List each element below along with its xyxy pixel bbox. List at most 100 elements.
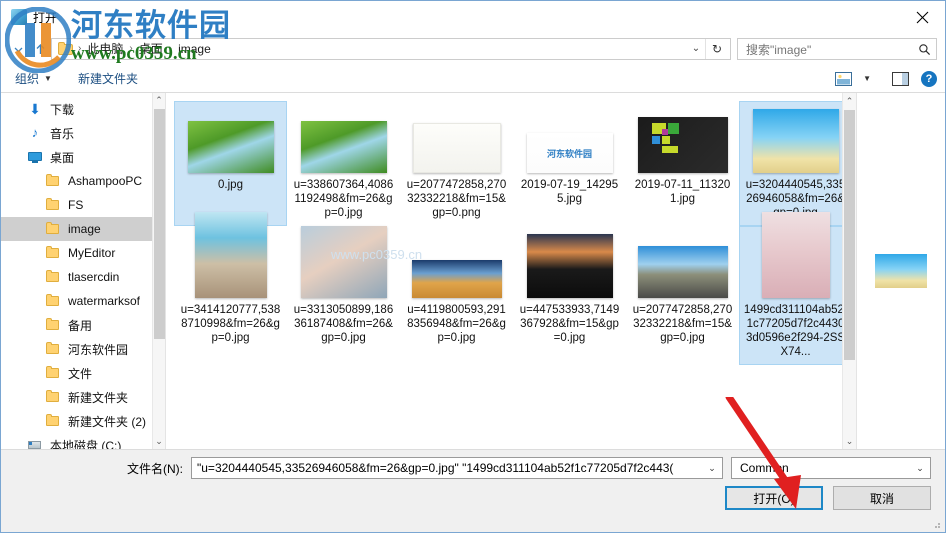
file-list-scrollbar[interactable]: ⌃ ⌄ [842,93,856,449]
dialog-footer: 文件名(N): "u=3204440545,33526946058&fm=26&… [1,450,945,532]
sidebar-item-label: 新建文件夹 [68,390,129,405]
file-name-label: u=447533933,7149367928&fm=15&gp=0.jpg [519,304,620,344]
sidebar-item-12[interactable]: 新建文件夹 [1,385,165,409]
organize-label: 组织 [15,72,40,86]
disk-icon [27,437,43,449]
search-input[interactable]: 搜索"image" [737,38,937,60]
sidebar-item-14[interactable]: 本地磁盘 (C:) [1,433,165,449]
chevron-down-icon[interactable] [7,38,29,60]
chevron-down-icon[interactable]: ⌄ [912,463,928,474]
filetype-select[interactable]: Common ⌄ [731,457,931,479]
sidebar-item-label: 本地磁盘 (C:) [50,438,122,450]
view-dropdown-caret-icon[interactable]: ▼ [863,74,871,83]
scroll-up-icon[interactable]: ⌃ [153,93,165,108]
close-icon[interactable] [899,1,945,33]
file-thumbnail [186,105,276,173]
file-name-label: u=4119800593,2918356948&fm=26&gp=0.jpg [407,304,506,344]
file-name-label: 0.jpg [218,179,243,191]
preview-pane [856,93,945,449]
sidebar-item-label: 备用 [68,318,93,333]
sidebar-item-6[interactable]: MyEditor [1,241,165,265]
breadcrumb-item-2[interactable]: image [173,39,216,59]
preview-thumbnail [875,254,927,288]
file-thumbnail [525,230,615,298]
toolbar-right-group: ▼ ? [832,69,937,89]
file-name-label: u=3414120777,5388710998&fm=26&gp=0.jpg [180,304,281,344]
file-item[interactable]: 0.jpg [174,101,287,226]
file-name-label: u=2077472858,27032332218&fm=15&gp=0.jpg [632,304,733,344]
sidebar-item-13[interactable]: 新建文件夹 (2) [1,409,165,433]
sidebar-item-label: AshampooPC [68,174,143,188]
chevron-down-icon[interactable]: ⌄ [687,39,705,59]
sidebar-item-label: FS [68,198,84,212]
file-item[interactable]: u=3414120777,5388710998&fm=26&gp=0.jpg [174,212,287,365]
filetype-value: Common [740,461,789,475]
file-item[interactable]: u=3204440545,33526946058&fm=26&gp=0.jpg [739,101,852,226]
sidebar-item-3[interactable]: AshampooPC [1,169,165,193]
sidebar-item-5[interactable]: image [1,217,165,241]
sidebar-item-4[interactable]: FS [1,193,165,217]
sidebar-item-10[interactable]: 河东软件园 [1,337,165,361]
file-item[interactable]: u=2077472858,27032332218&fm=15&gp=0.jpg [626,226,739,365]
breadcrumb-item-0[interactable]: 此电脑 [82,39,128,59]
help-icon[interactable]: ? [921,70,937,87]
file-item[interactable]: 河东软件园 2019-07-19_142955.jpg [513,101,626,226]
file-name-label: 2019-07-11_113201.jpg [634,179,731,205]
open-button[interactable]: 打开(O) [725,486,823,510]
folder-icon [45,389,61,405]
resize-grip[interactable] [931,519,941,529]
navigation-tree: ⬇ 下载 ♪ 音乐桌面 AshampooPC FS image MyEditor tlaserc… [1,93,165,449]
file-name-label: 2019-07-19_142955.jpg [520,179,619,205]
sidebar-item-label: tlasercdin [68,270,120,284]
file-thumbnail [299,105,389,173]
navigation-scrollbar[interactable]: ⌃ ⌄ [152,93,165,449]
folder-icon [45,221,61,237]
preview-pane-icon[interactable] [889,69,911,89]
file-thumbnail: 河东软件园 [525,105,615,173]
scroll-up-icon[interactable]: ⌃ [843,93,856,109]
folder-icon [45,365,61,381]
sidebar-item-8[interactable]: watermarksof [1,289,165,313]
arrow-up-icon[interactable] [29,38,51,60]
scroll-down-icon[interactable]: ⌄ [843,433,856,449]
chevron-down-icon: ▼ [44,74,52,83]
scrollbar-thumb[interactable] [154,109,165,339]
file-item[interactable]: u=2077472858,27032332218&fm=15&gp=0.png [400,101,513,226]
file-item[interactable]: u=338607364,40861192498&fm=26&gp=0.jpg [287,101,400,226]
file-thumbnail [751,105,841,173]
new-folder-button[interactable]: 新建文件夹 [78,70,138,87]
organize-button[interactable]: 组织 ▼ [15,70,52,87]
scrollbar-thumb[interactable] [844,110,855,360]
sidebar-item-0[interactable]: ⬇ 下载 [1,97,165,121]
file-list-pane[interactable]: 0.jpg u=338607364,40861192498&fm=26&gp=0.… [166,93,856,449]
breadcrumb-item-1[interactable]: 桌面 [134,39,168,59]
title-bar: 打开 [1,1,945,33]
breadcrumb[interactable]: › 此电脑 › 桌面 › image ⌄ ↻ [51,38,731,60]
sidebar-item-7[interactable]: tlasercdin [1,265,165,289]
refresh-icon[interactable]: ↻ [705,39,728,59]
file-name-label: u=3313050899,18636187408&fm=26&gp=0.jpg [293,304,394,344]
file-item[interactable]: u=447533933,7149367928&fm=15&gp=0.jpg [513,226,626,365]
file-thumbnail [637,105,728,173]
filename-label: 文件名(N): [127,461,183,476]
sidebar-item-11[interactable]: 文件 [1,361,165,385]
sidebar-item-1[interactable]: ♪ 音乐 [1,121,165,145]
scroll-down-icon[interactable]: ⌄ [153,434,165,449]
file-item[interactable]: u=4119800593,2918356948&fm=26&gp=0.jpg [400,226,513,365]
search-icon[interactable] [916,43,932,56]
file-item[interactable]: u=3313050899,18636187408&fm=26&gp=0.jpg [287,226,400,365]
cancel-button[interactable]: 取消 [833,486,931,510]
sidebar-item-label: 桌面 [50,150,75,165]
file-grid: 0.jpg u=338607364,40861192498&fm=26&gp=0.… [166,93,856,365]
sidebar-item-2[interactable]: 桌面 [1,145,165,169]
chevron-down-icon[interactable]: ⌄ [704,463,720,474]
filename-input[interactable]: "u=3204440545,33526946058&fm=26&gp=0.jpg… [191,457,723,479]
view-thumbnails-icon[interactable] [832,69,854,89]
file-thumbnail [751,212,841,298]
sidebar-item-9[interactable]: 备用 [1,313,165,337]
dialog-body: ⬇ 下载 ♪ 音乐桌面 AshampooPC FS image MyEditor tlaserc… [1,93,945,450]
file-item[interactable]: 2019-07-11_113201.jpg [626,101,739,226]
file-thumbnail [186,212,276,298]
file-item[interactable]: 1499cd311104ab52f1c77205d7f2c44303d0596e… [739,212,852,365]
folder-icon [45,245,61,261]
